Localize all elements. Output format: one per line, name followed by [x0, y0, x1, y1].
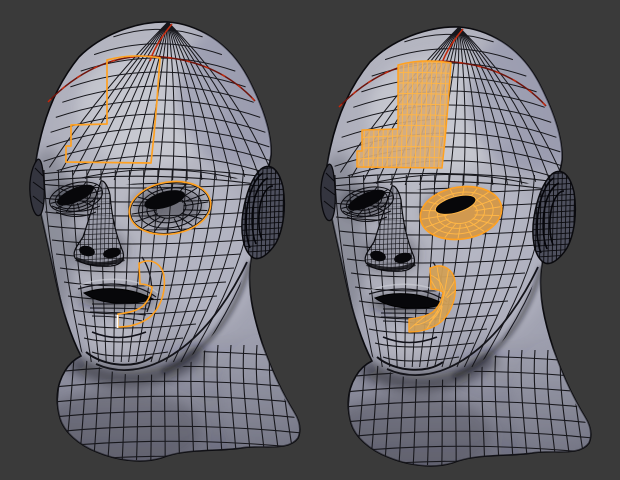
- viewport: [0, 0, 620, 480]
- viewport-canvas[interactable]: [0, 0, 620, 480]
